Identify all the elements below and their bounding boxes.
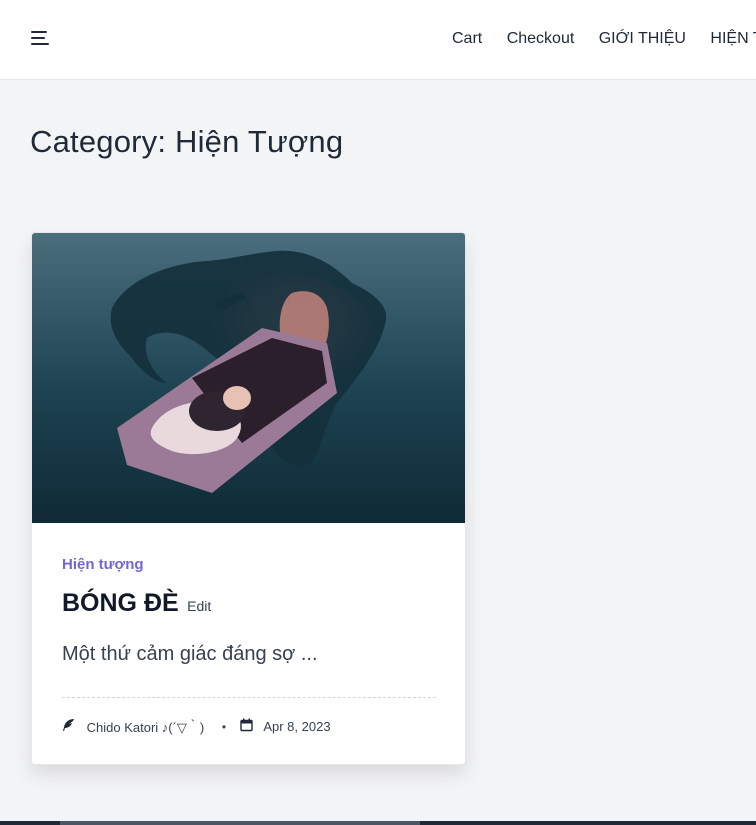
post-excerpt: Một thứ cảm giác đáng sợ ... [62,643,318,665]
main-nav: Cart Checkout GIỚI THIỆU HIỆN TƯ [452,30,756,48]
calendar-icon [240,718,253,735]
card-divider [62,697,436,698]
post-card: Hiện tượng BÓNG ĐÈ Edit Một thứ cảm giác… [31,232,466,765]
page-title: Category: Hiện Tượng [30,124,344,159]
nav-item-hien-tuong[interactable]: HIỆN TƯ [710,30,756,47]
feather-icon [62,718,76,735]
post-date[interactable]: Apr 8, 2023 [263,719,330,734]
footer-bar [0,821,756,825]
site-header: Cart Checkout GIỚI THIỆU HIỆN TƯ [0,0,756,80]
post-author[interactable]: Chido Katori ♪(´▽｀) [87,717,205,736]
meta-separator: • [221,719,227,734]
nav-item-checkout[interactable]: Checkout [507,30,575,47]
edit-link[interactable]: Edit [187,598,211,614]
post-title[interactable]: BÓNG ĐÈ [62,589,179,617]
post-meta: Chido Katori ♪(´▽｀) • Apr 8, 2023 [62,717,331,736]
post-thumbnail[interactable] [32,233,466,523]
post-category-link[interactable]: Hiện tượng [62,556,144,573]
nav-item-cart[interactable]: Cart [452,30,482,47]
nav-item-gioi-thieu[interactable]: GIỚI THIỆU [599,30,686,47]
hamburger-icon[interactable] [31,30,51,48]
post-title-row: BÓNG ĐÈ Edit [62,589,211,618]
